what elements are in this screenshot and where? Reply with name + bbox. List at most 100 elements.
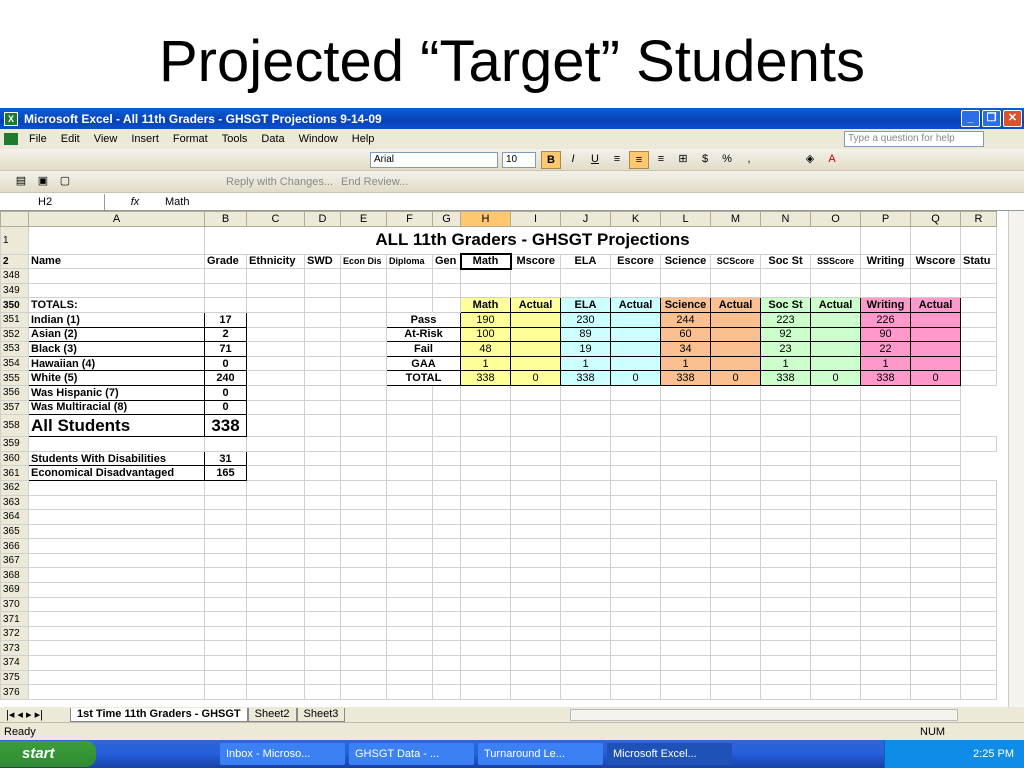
empty-cell[interactable] <box>660 684 711 700</box>
table-cell[interactable]: 0 <box>910 370 961 386</box>
empty-cell[interactable] <box>510 552 561 569</box>
sub-header[interactable]: Actual <box>910 297 961 313</box>
empty-cell[interactable] <box>386 494 433 511</box>
row-header[interactable]: 349 <box>0 282 29 299</box>
row-header[interactable]: 360 <box>0 450 29 467</box>
empty-cell[interactable] <box>204 655 247 671</box>
fill-color-icon[interactable]: ◈ <box>800 151 820 169</box>
empty-cell[interactable] <box>710 640 761 657</box>
empty-cell[interactable] <box>610 640 661 657</box>
table-cell[interactable]: 1 <box>660 355 711 372</box>
corner-cell[interactable] <box>0 211 29 227</box>
empty-cell[interactable] <box>960 596 997 613</box>
table-cell[interactable]: 240 <box>204 370 247 386</box>
table-cell[interactable] <box>910 355 961 372</box>
empty-cell[interactable] <box>460 552 511 569</box>
empty-cell[interactable] <box>432 582 461 598</box>
empty-cell[interactable] <box>910 479 961 496</box>
empty-cell[interactable] <box>432 552 461 569</box>
table-cell[interactable] <box>510 341 561 357</box>
empty-cell[interactable] <box>510 494 561 511</box>
col-header[interactable]: F <box>386 211 433 227</box>
taskbar-ghsgt-folder[interactable]: GHSGT Data - ... <box>349 743 474 765</box>
empty-cell[interactable] <box>340 479 387 496</box>
sheet-title[interactable]: ALL 11th Graders - GHSGT Projections <box>204 225 861 255</box>
empty-cell[interactable] <box>810 494 861 511</box>
empty-cell[interactable] <box>460 625 511 642</box>
empty-cell[interactable] <box>660 596 711 613</box>
align-center-icon[interactable]: ≡ <box>629 150 649 169</box>
empty-cell[interactable] <box>910 669 961 686</box>
empty-cell[interactable] <box>28 582 205 598</box>
empty-cell[interactable] <box>340 552 387 569</box>
sub-header[interactable]: Actual <box>510 297 561 313</box>
empty-cell[interactable] <box>610 669 661 686</box>
empty-cell[interactable] <box>304 523 341 540</box>
empty-cell[interactable] <box>246 640 305 657</box>
empty-cell[interactable] <box>760 640 811 657</box>
empty-cell[interactable] <box>304 479 341 496</box>
tab-sheet1[interactable]: 1st Time 11th Graders - GHSGT <box>70 707 248 722</box>
menu-help[interactable]: Help <box>345 133 382 145</box>
empty-cell[interactable] <box>510 655 561 671</box>
empty-cell[interactable] <box>910 582 961 598</box>
empty-cell[interactable] <box>660 567 711 584</box>
empty-cell[interactable] <box>432 640 461 657</box>
header-cell[interactable]: SCScore <box>710 253 761 270</box>
sub-header[interactable]: ELA <box>560 297 611 313</box>
empty-cell[interactable] <box>432 611 461 627</box>
empty-cell[interactable] <box>710 582 761 598</box>
empty-cell[interactable] <box>710 596 761 613</box>
empty-cell[interactable] <box>460 538 511 554</box>
empty-cell[interactable] <box>432 479 461 496</box>
table-cell[interactable] <box>610 311 661 328</box>
empty-cell[interactable] <box>810 684 861 700</box>
empty-cell[interactable] <box>204 596 247 613</box>
table-cell[interactable]: 22 <box>860 341 911 357</box>
table-cell[interactable]: 190 <box>460 311 511 328</box>
empty-cell[interactable] <box>960 479 997 496</box>
empty-cell[interactable] <box>510 567 561 584</box>
table-cell[interactable]: 100 <box>460 326 511 343</box>
empty-cell[interactable] <box>560 538 611 554</box>
empty-cell[interactable] <box>760 538 811 554</box>
menu-file[interactable]: File <box>22 133 54 145</box>
empty-cell[interactable] <box>810 479 861 496</box>
header-cell[interactable]: Statu <box>960 253 997 270</box>
empty-cell[interactable] <box>710 552 761 569</box>
empty-cell[interactable] <box>810 538 861 554</box>
empty-cell[interactable] <box>960 538 997 554</box>
empty-cell[interactable] <box>304 625 341 642</box>
empty-cell[interactable] <box>304 596 341 613</box>
table-cell[interactable]: 338 <box>860 370 911 386</box>
fx-icon[interactable]: fx <box>105 196 165 208</box>
empty-cell[interactable] <box>610 479 661 496</box>
empty-cell[interactable] <box>460 494 511 511</box>
empty-cell[interactable] <box>860 509 911 525</box>
help-search-input[interactable]: Type a question for help <box>844 131 984 147</box>
table-cell[interactable]: 1 <box>560 355 611 372</box>
col-header[interactable]: H <box>460 211 511 227</box>
comment-icon[interactable]: ▢ <box>55 173 75 191</box>
empty-cell[interactable] <box>910 625 961 642</box>
system-tray-clock[interactable]: 2:25 PM <box>884 740 1024 768</box>
empty-cell[interactable] <box>246 655 305 671</box>
empty-cell[interactable] <box>204 625 247 642</box>
empty-cell[interactable] <box>910 494 961 511</box>
empty-cell[interactable] <box>510 625 561 642</box>
totals-label[interactable]: TOTALS: <box>28 297 205 313</box>
empty-cell[interactable] <box>386 684 433 700</box>
col-header[interactable]: P <box>860 211 911 227</box>
empty-cell[interactable] <box>910 596 961 613</box>
empty-cell[interactable] <box>560 582 611 598</box>
row-header[interactable]: 2 <box>0 253 29 270</box>
empty-cell[interactable] <box>960 684 997 700</box>
empty-cell[interactable] <box>28 509 205 525</box>
row-header[interactable]: 362 <box>0 479 29 496</box>
table-cell[interactable] <box>610 355 661 372</box>
col-header[interactable]: K <box>610 211 661 227</box>
table-row[interactable]: Indian (1) <box>28 311 205 328</box>
header-cell[interactable]: Name <box>28 253 205 270</box>
table-row[interactable]: All Students <box>28 414 205 438</box>
empty-cell[interactable] <box>710 479 761 496</box>
